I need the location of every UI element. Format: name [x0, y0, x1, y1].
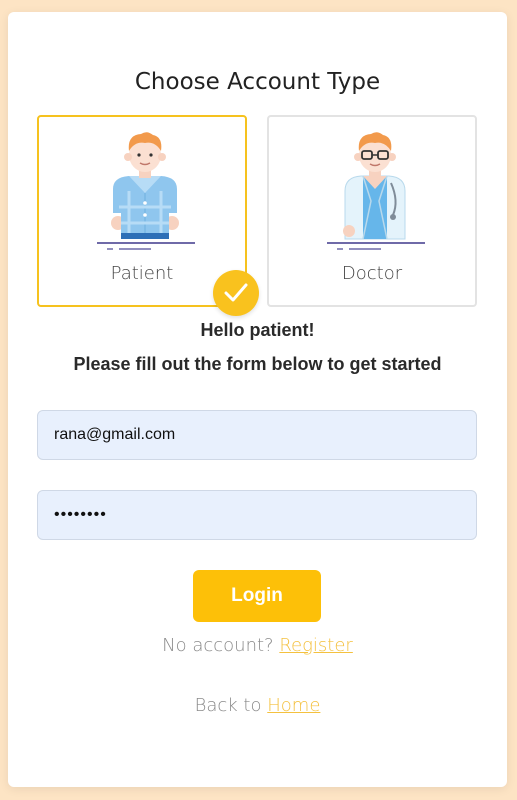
login-card: Choose Account Type Patient Doctor Hello…: [8, 12, 507, 787]
instruction-text: Please fill out the form below to get st…: [73, 354, 442, 374]
doctor-avatar-icon: [327, 132, 425, 250]
back-prompt: Back to: [194, 695, 262, 716]
selected-check-icon: [213, 270, 259, 316]
page-title: Choose Account Type: [134, 69, 381, 95]
email-field[interactable]: [37, 410, 477, 460]
register-prompt: No account?: [162, 635, 274, 656]
password-field[interactable]: [37, 490, 477, 540]
greeting-text: Hello patient!: [200, 320, 315, 340]
register-link[interactable]: Register: [279, 635, 353, 656]
home-link[interactable]: Home: [267, 695, 320, 716]
register-line: No account? Register: [8, 635, 507, 656]
account-type-patient[interactable]: Patient: [37, 115, 247, 307]
account-type-label: Doctor: [341, 263, 403, 284]
patient-avatar-icon: [97, 132, 195, 250]
login-button[interactable]: Login: [193, 570, 321, 622]
account-type-label: Patient: [110, 263, 174, 284]
back-home-line: Back to Home: [8, 695, 507, 716]
account-type-doctor[interactable]: Doctor: [267, 115, 477, 307]
